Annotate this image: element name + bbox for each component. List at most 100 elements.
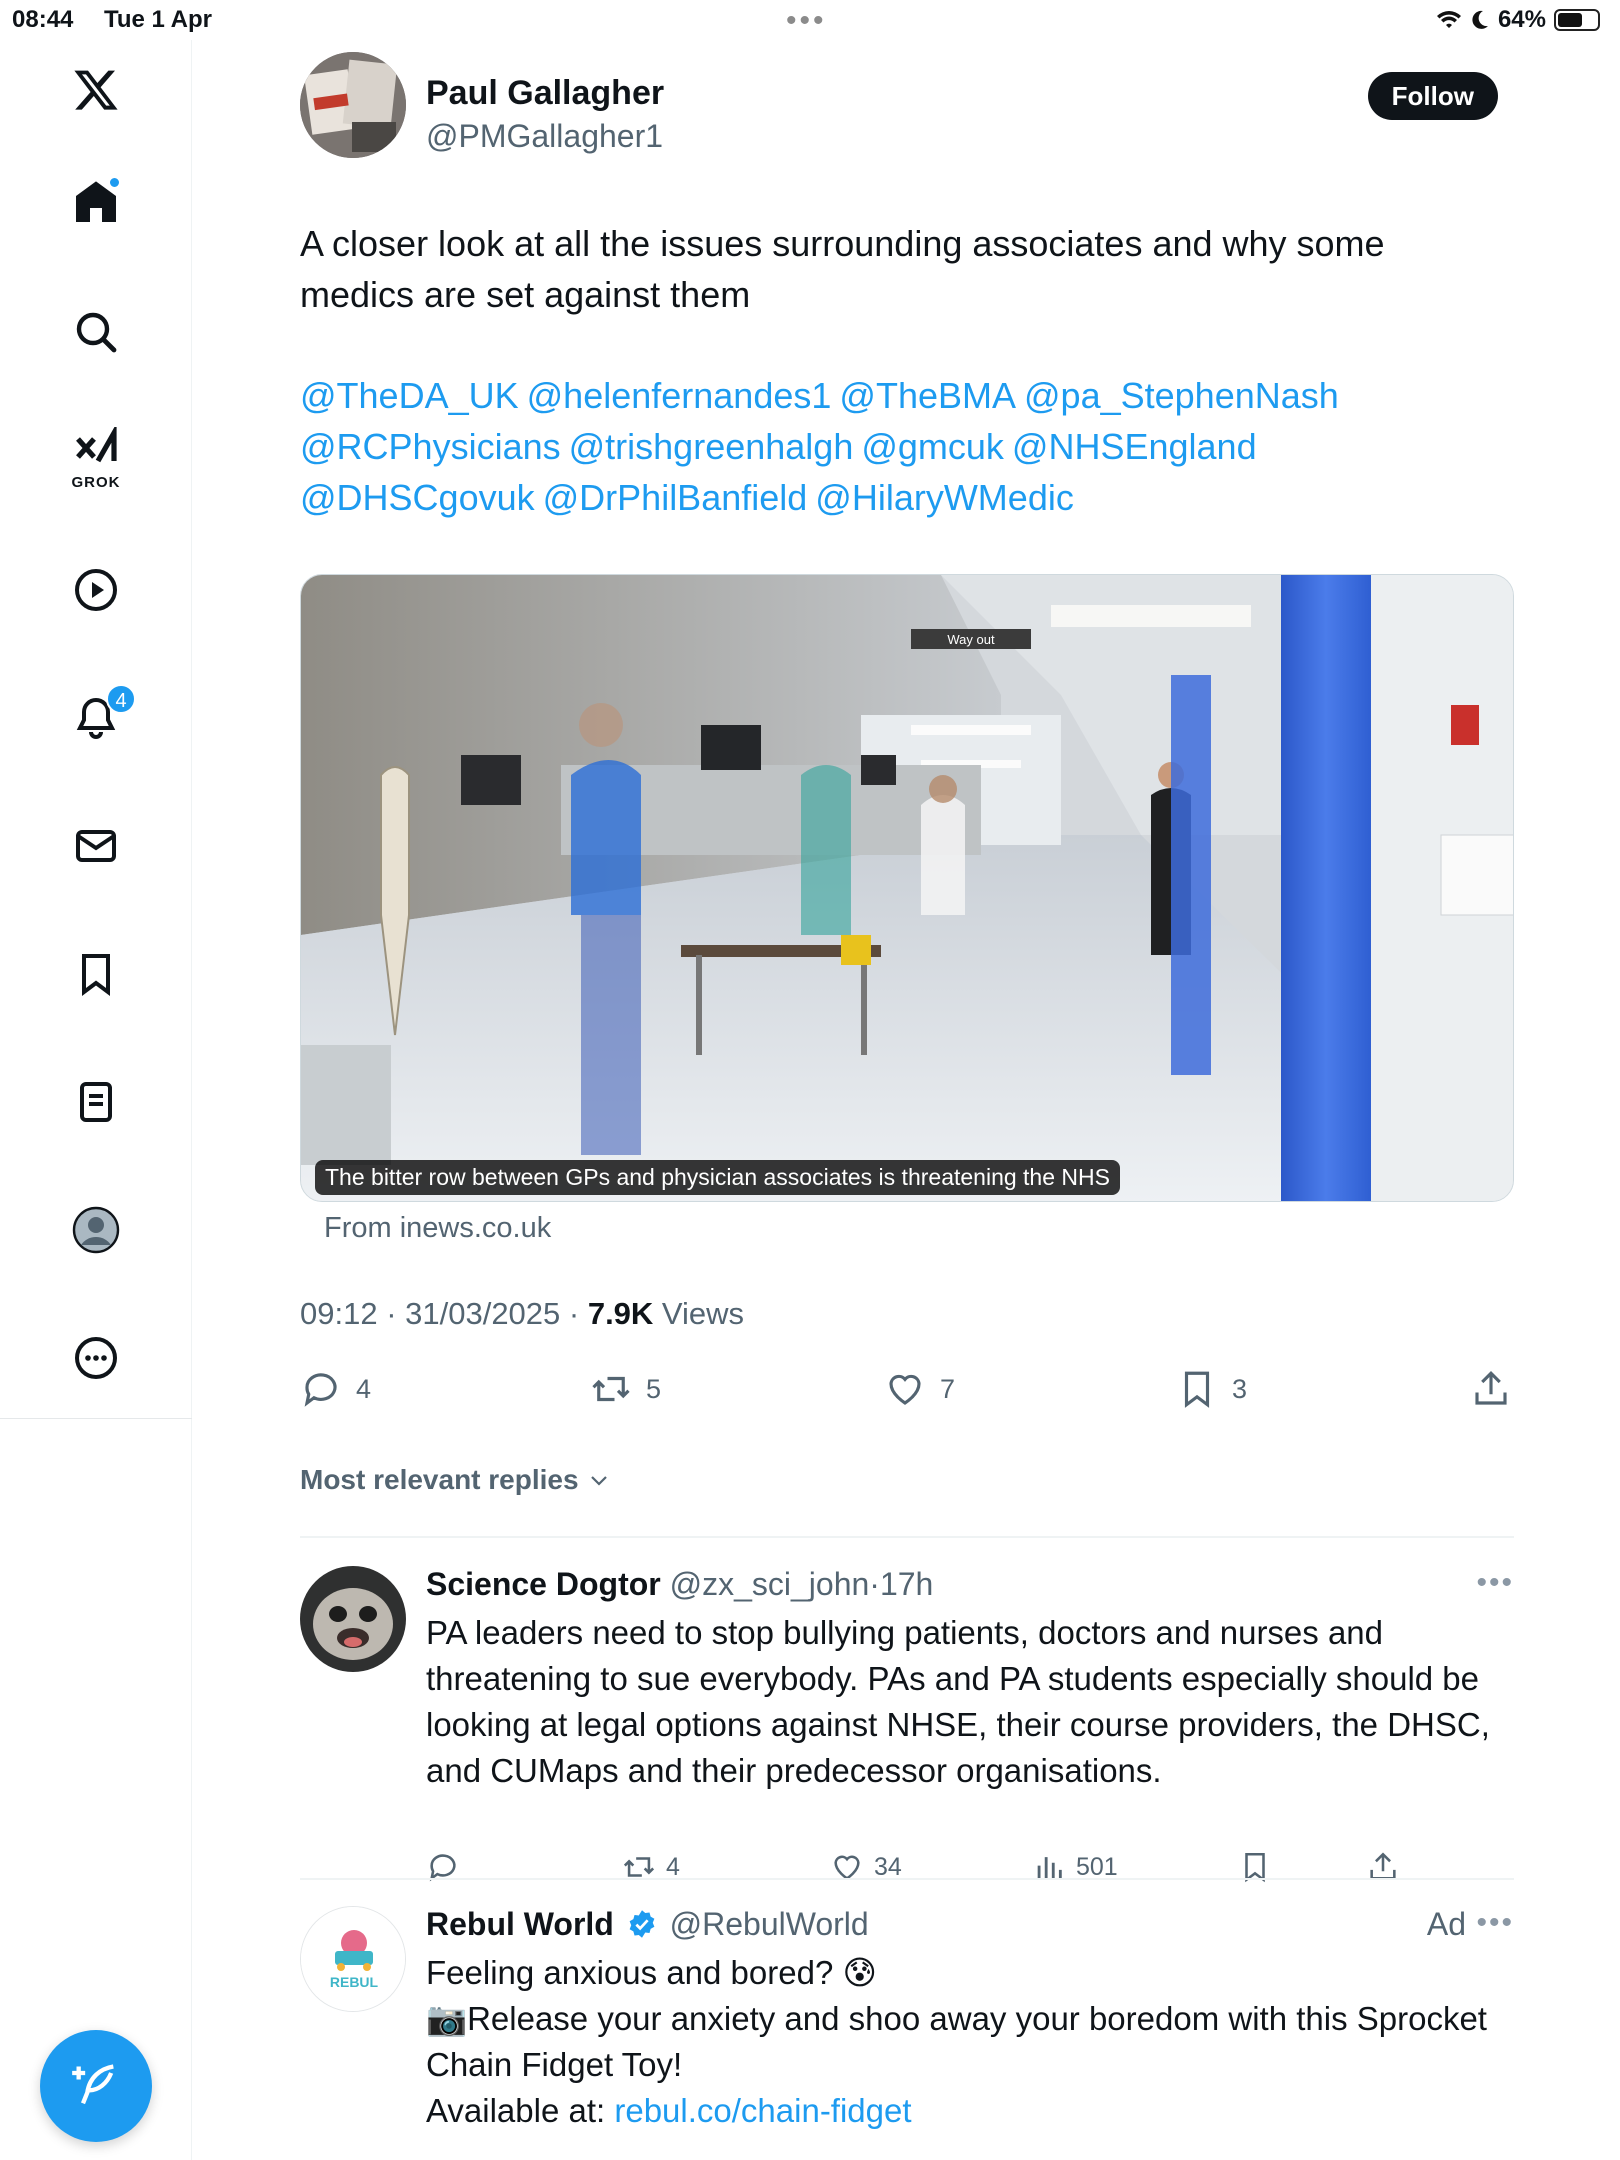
heart-icon — [889, 1374, 921, 1405]
reply-icon — [304, 1373, 337, 1407]
separator-dot: · — [869, 1566, 880, 1602]
author-avatar[interactable] — [300, 52, 406, 158]
promoted-author-name[interactable]: Rebul World — [426, 1906, 614, 1942]
promoted-logo-text: REBUL — [330, 1974, 379, 1990]
mention-link[interactable]: @RCPhysicians — [300, 426, 561, 467]
status-date: Tue 1 Apr — [104, 6, 213, 33]
mention-link[interactable]: @HilaryWMedic — [815, 477, 1074, 518]
status-right: 64% — [1436, 6, 1600, 34]
grok-label: GROK — [71, 474, 121, 491]
reply-avatar[interactable] — [300, 1566, 406, 1672]
follow-button[interactable]: Follow — [1367, 72, 1498, 120]
profile-nav-item[interactable] — [56, 1190, 136, 1270]
feather-plus-icon — [72, 2064, 114, 2105]
promoted-author-handle[interactable]: @RebulWorld — [670, 1906, 869, 1942]
promoted-post[interactable]: REBUL Rebul World @RebulWorld Ad ••• Fee… — [300, 1906, 1514, 2160]
post-text: A closer look at all the issues surround… — [300, 223, 1385, 315]
bookmark-count: 3 — [1232, 1373, 1248, 1404]
promoted-header: Rebul World @RebulWorld — [426, 1906, 869, 1943]
battery-icon — [1554, 9, 1600, 31]
search-icon — [76, 312, 117, 353]
mention-link[interactable]: @helenfernandes1 — [527, 375, 832, 416]
video-nav-item[interactable] — [56, 550, 136, 630]
views-label: Views — [653, 1296, 745, 1331]
post-meta: 09:12 · 31/03/2025 · 7.9K Views — [300, 1296, 744, 1332]
status-bar: 08:44 Tue 1 Apr ••• 64% — [0, 0, 1620, 40]
reply-text: PA leaders need to stop bullying patient… — [426, 1614, 1490, 1789]
like-count: 7 — [940, 1373, 956, 1404]
grok-icon — [76, 427, 117, 463]
more-options-icon[interactable]: ••• — [1476, 1566, 1514, 1600]
promoted-link[interactable]: rebul.co/chain-fidget — [614, 2092, 911, 2129]
explore-nav-item[interactable] — [56, 292, 136, 372]
more-options-icon[interactable]: ••• — [1476, 1906, 1514, 1940]
mention-link[interactable]: @DrPhilBanfield — [543, 477, 808, 518]
reply-button[interactable]: 4 — [300, 1368, 371, 1410]
repost-icon — [592, 1376, 630, 1402]
list-icon — [80, 1082, 112, 1122]
card-caption: The bitter row between GPs and physician… — [315, 1160, 1120, 1195]
post-timestamp[interactable]: 09:12 · 31/03/2025 · — [300, 1296, 588, 1331]
mention-link[interactable]: @NHSEngland — [1012, 426, 1257, 467]
mention-link[interactable]: @pa_StephenNash — [1024, 375, 1339, 416]
home-nav-item[interactable] — [56, 162, 136, 242]
more-circle-icon — [75, 1337, 117, 1379]
bookmark-icon — [1184, 1371, 1210, 1408]
verified-badge-icon — [629, 1910, 655, 1938]
post-mentions: @TheDA_UK @helenfernandes1 @TheBMA @pa_Step… — [300, 370, 1490, 523]
reply-item[interactable]: Science Dogtor @zx_sci_john·17h ••• PA l… — [300, 1566, 1514, 1883]
bookmarks-nav-item[interactable] — [56, 934, 136, 1014]
promoted-text: Feeling anxious and bored? 😰 📷Release yo… — [426, 1950, 1516, 2134]
author-name[interactable]: Paul Gallagher — [426, 74, 664, 113]
compose-post-button[interactable] — [40, 2030, 152, 2142]
messages-nav-item[interactable] — [56, 806, 136, 886]
moon-icon — [1472, 10, 1488, 29]
promoted-line: Feeling anxious and bored? 😰 — [426, 1954, 877, 1991]
repost-button[interactable]: 5 — [590, 1368, 661, 1410]
promoted-link-prefix: Available at: — [426, 2092, 615, 2129]
reply-actions: 4 34 501 — [426, 1850, 1486, 1890]
link-card[interactable]: Way out The bitter row between GPs and p… — [300, 574, 1514, 1202]
divider — [300, 1878, 1514, 1880]
mention-link[interactable]: @TheDA_UK — [300, 375, 519, 416]
mail-icon — [76, 830, 116, 862]
post-author-row: Paul Gallagher @PMGallagher1 Follow — [300, 52, 1514, 162]
bookmark-button[interactable]: 3 — [1176, 1368, 1247, 1410]
author-handle[interactable]: @PMGallagher1 — [426, 118, 663, 155]
like-button[interactable]: 7 — [884, 1368, 955, 1410]
replies-sort-label: Most relevant replies — [300, 1464, 579, 1495]
promoted-avatar[interactable]: REBUL — [300, 1906, 406, 2012]
sidebar-nav: GROK 4 — [0, 40, 192, 2160]
mention-link[interactable]: @TheBMA — [839, 375, 1016, 416]
card-image: Way out — [301, 575, 1513, 1201]
replies-sort-dropdown[interactable]: Most relevant replies — [300, 1464, 611, 1496]
battery-percent: 64% — [1497, 6, 1546, 33]
more-nav-item[interactable] — [56, 1318, 136, 1398]
bookmark-icon — [82, 954, 110, 996]
multitasking-dots-icon[interactable]: ••• — [786, 4, 827, 38]
wifi-icon — [1436, 11, 1461, 28]
promoted-line: 📷Release your anxiety and shoo away your… — [426, 2000, 1487, 2083]
card-source[interactable]: From inews.co.uk — [324, 1212, 551, 1245]
views-count: 7.9K — [587, 1296, 654, 1331]
repost-count: 5 — [646, 1373, 662, 1404]
notifications-badge: 4 — [106, 684, 136, 714]
reply-author-handle[interactable]: @zx_sci_john — [670, 1566, 870, 1602]
mention-link[interactable]: @DHSCgovuk — [300, 477, 535, 518]
mention-link[interactable]: @trishgreenhalgh — [569, 426, 854, 467]
notifications-nav-item[interactable]: 4 — [56, 678, 136, 758]
grok-nav-item[interactable]: GROK — [56, 418, 136, 498]
x-logo-icon[interactable] — [56, 50, 136, 130]
profile-avatar-icon — [72, 1206, 120, 1254]
promoted-line: Available at: rebul.co/chain-fidget — [426, 2088, 1516, 2134]
play-icon — [75, 569, 117, 611]
unread-dot — [108, 176, 121, 189]
reply-time[interactable]: 17h — [880, 1566, 933, 1602]
mention-link[interactable]: @gmcuk — [861, 426, 1004, 467]
share-button[interactable] — [1470, 1368, 1512, 1410]
lists-nav-item[interactable] — [56, 1062, 136, 1142]
sidebar-divider — [0, 1418, 192, 1419]
reply-author-name[interactable]: Science Dogtor — [426, 1566, 661, 1602]
post-actions: 4 5 7 3 — [300, 1368, 1514, 1428]
chevron-down-icon — [590, 1476, 607, 1486]
